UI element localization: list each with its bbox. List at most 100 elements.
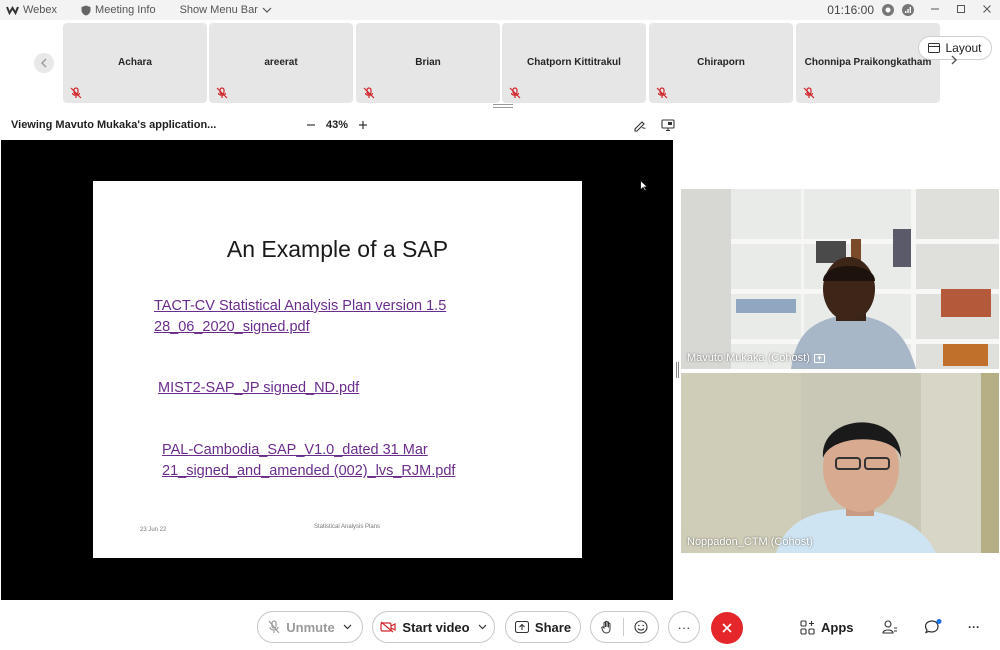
app-brand: Webex bbox=[0, 4, 57, 16]
chevron-down-icon[interactable] bbox=[478, 624, 487, 630]
leave-meeting-button[interactable] bbox=[711, 612, 743, 644]
webex-logo-icon bbox=[6, 6, 19, 15]
apps-grid-icon bbox=[800, 619, 815, 635]
slide-link-line: MIST2-SAP_JP signed_ND.pdf bbox=[158, 380, 360, 396]
maximize-window-button[interactable] bbox=[948, 3, 974, 17]
minimize-icon bbox=[931, 8, 939, 10]
panel-resize-handle[interactable] bbox=[676, 362, 679, 378]
participant-tile[interactable]: Chatporn Kittitrakul bbox=[502, 23, 646, 103]
chevron-left-icon bbox=[41, 58, 47, 68]
slide-link-line: 28_06_2020_signed.pdf bbox=[154, 319, 310, 335]
strip-resize-handle[interactable] bbox=[493, 104, 513, 108]
show-menu-bar-button[interactable]: Show Menu Bar bbox=[180, 4, 272, 16]
chevron-down-icon bbox=[262, 7, 272, 13]
more-options-icon: ··· bbox=[677, 619, 691, 635]
mouse-cursor-icon bbox=[640, 180, 648, 192]
apps-label: Apps bbox=[821, 619, 854, 635]
close-icon bbox=[722, 623, 732, 633]
scroll-participants-left-button[interactable] bbox=[34, 53, 54, 73]
more-menu-button[interactable]: ··· bbox=[968, 611, 980, 643]
participant-tile[interactable]: Chiraporn bbox=[649, 23, 793, 103]
meeting-info-button[interactable]: Meeting Info bbox=[81, 4, 156, 16]
share-screen-icon bbox=[514, 621, 529, 633]
muted-microphone-icon bbox=[268, 620, 280, 634]
slide-link-tact-cv: TACT-CV Statistical Analysis Plan versio… bbox=[154, 296, 446, 338]
close-window-button[interactable] bbox=[974, 3, 1000, 17]
participants-icon bbox=[882, 619, 897, 634]
muted-microphone-icon bbox=[803, 87, 815, 99]
participant-tile[interactable]: Achara bbox=[63, 23, 207, 103]
annotate-pen-icon[interactable] bbox=[633, 118, 647, 132]
participant-name: Chonnipa Praikongkatham bbox=[804, 57, 932, 68]
slide-link-line: PAL-Cambodia_SAP_V1.0_dated 31 Mar bbox=[162, 442, 428, 458]
start-video-button[interactable]: Start video bbox=[372, 611, 495, 643]
participant-tile[interactable]: areerat bbox=[209, 23, 353, 103]
video-feed-image bbox=[681, 373, 999, 553]
zoom-level: 43% bbox=[326, 119, 349, 131]
muted-microphone-icon bbox=[363, 87, 375, 99]
unmute-label: Unmute bbox=[286, 619, 335, 635]
muted-microphone-icon bbox=[70, 87, 82, 99]
layout-label: Layout bbox=[945, 41, 982, 55]
apps-button[interactable]: Apps bbox=[800, 611, 854, 643]
zoom-out-button[interactable] bbox=[306, 117, 316, 133]
muted-microphone-icon bbox=[216, 87, 228, 99]
unmute-button[interactable]: Unmute bbox=[257, 611, 363, 643]
meeting-controls-bar: Unmute Start video Share ··· Apps ··· bbox=[0, 604, 1000, 650]
reactions-divider bbox=[623, 618, 624, 636]
video-label: Mavuto Mukaka (Cohost) bbox=[687, 352, 825, 364]
video-tile-noppadon[interactable]: Noppadon_CTM (Cohost) bbox=[681, 373, 999, 553]
slide-link-mist2: MIST2-SAP_JP signed_ND.pdf bbox=[158, 378, 359, 399]
layout-grid-icon bbox=[928, 43, 941, 53]
viewing-application-text: Viewing Mavuto Mukaka's application... bbox=[11, 119, 217, 131]
chat-bubble-icon bbox=[924, 619, 942, 634]
participant-strip: Achara areerat Brian Chatporn Kittitraku… bbox=[0, 20, 1000, 110]
plus-icon bbox=[359, 121, 368, 129]
participants-button[interactable] bbox=[882, 611, 898, 643]
more-options-button[interactable]: ··· bbox=[668, 611, 700, 643]
show-menu-bar-label: Show Menu Bar bbox=[179, 4, 258, 16]
shared-content-area[interactable]: An Example of a SAP TACT-CV Statistical … bbox=[1, 140, 673, 600]
participant-name: Chatporn Kittitrakul bbox=[527, 57, 621, 68]
zoom-in-button[interactable] bbox=[358, 117, 368, 133]
slide-link-pal-cambodia: PAL-Cambodia_SAP_V1.0_dated 31 Mar 21_si… bbox=[162, 440, 455, 482]
minimize-window-button[interactable] bbox=[922, 3, 948, 17]
recording-indicator-icon[interactable] bbox=[882, 4, 894, 16]
slide-link-line: TACT-CV Statistical Analysis Plan versio… bbox=[154, 298, 447, 314]
participant-tile[interactable]: Chonnipa Praikongkatham bbox=[796, 23, 940, 103]
more-menu-icon: ··· bbox=[968, 620, 980, 634]
participant-name: Achara bbox=[118, 57, 152, 68]
reactions-group bbox=[590, 611, 659, 643]
share-label: Share bbox=[534, 619, 572, 635]
chevron-right-icon bbox=[951, 55, 957, 65]
chat-button[interactable] bbox=[924, 611, 942, 643]
app-name: Webex bbox=[23, 4, 58, 16]
share-header: Viewing Mavuto Mukaka's application... 4… bbox=[0, 112, 680, 138]
raise-hand-icon[interactable] bbox=[601, 620, 613, 634]
scroll-participants-right-button[interactable] bbox=[950, 54, 966, 72]
slide-title: An Example of a SAP bbox=[226, 236, 449, 262]
emoji-reaction-icon[interactable] bbox=[634, 620, 648, 634]
title-bar: Webex Meeting Info Show Menu Bar 01:16:0… bbox=[0, 0, 1000, 20]
minus-icon bbox=[307, 124, 315, 126]
video-label: Noppadon_CTM (Cohost) bbox=[687, 536, 813, 548]
video-participant-name: Noppadon_CTM (Cohost) bbox=[687, 536, 813, 548]
muted-microphone-icon bbox=[656, 87, 668, 99]
meeting-info-label: Meeting Info bbox=[95, 4, 156, 16]
participant-tile[interactable]: Brian bbox=[356, 23, 500, 103]
meeting-timer: 01:16:00 bbox=[827, 3, 874, 17]
share-button[interactable]: Share bbox=[505, 611, 581, 643]
slide-footer-title: Statistical Analysis Plans bbox=[314, 524, 381, 530]
muted-microphone-icon bbox=[509, 87, 521, 99]
participant-name: areerat bbox=[264, 57, 298, 68]
sharing-screen-icon bbox=[813, 353, 825, 363]
slide-link-line: 21_signed_and_amended (002)_lvs_RJM.pdf bbox=[162, 463, 456, 479]
shield-icon bbox=[81, 5, 91, 15]
network-signal-icon[interactable] bbox=[902, 4, 914, 16]
pop-out-share-icon[interactable] bbox=[661, 118, 675, 132]
slide-footer-date: 23 Jun 22 bbox=[140, 527, 167, 533]
chevron-down-icon[interactable] bbox=[343, 624, 352, 630]
video-tile-mavuto[interactable]: Mavuto Mukaka (Cohost) bbox=[681, 189, 999, 369]
close-icon bbox=[983, 5, 991, 13]
participant-name: Brian bbox=[415, 57, 441, 68]
